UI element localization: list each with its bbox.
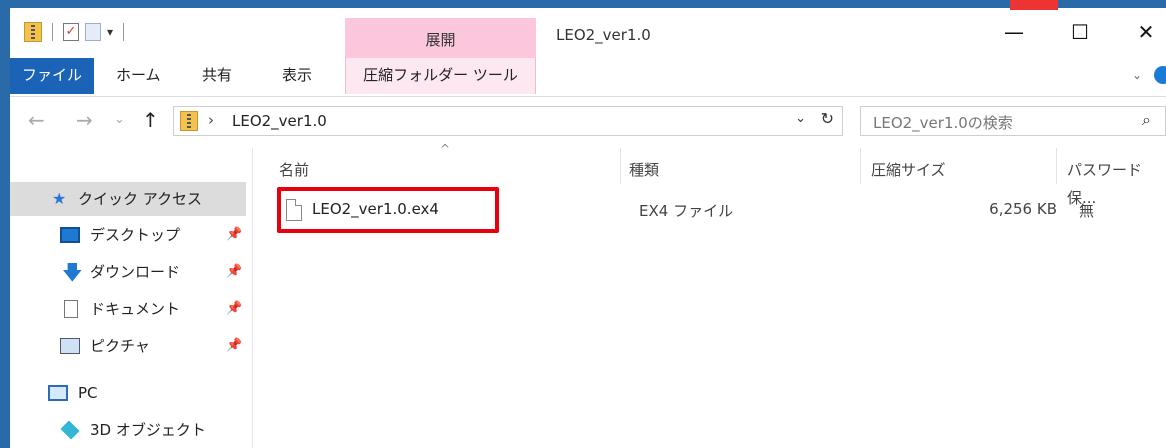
pin-icon[interactable]: 📌 — [226, 255, 242, 289]
nav-item-label: ドキュメント — [90, 300, 181, 318]
highlight-box — [277, 187, 499, 233]
pin-icon[interactable]: 📌 — [226, 218, 242, 252]
customize-toolbar-icon[interactable]: ▾ — [107, 25, 113, 39]
minimize-button[interactable]: — — [994, 20, 1034, 44]
pc-icon — [48, 385, 68, 401]
new-folder-icon[interactable] — [85, 23, 101, 41]
address-dropdown-icon[interactable]: ⌄ — [795, 111, 806, 126]
tab-compressed-folder-tools[interactable]: 圧縮フォルダー ツール — [345, 58, 536, 94]
pictures-icon — [60, 338, 80, 354]
nav-item-pictures[interactable]: ピクチャ 📌 — [10, 329, 246, 363]
nav-item-label: クイック アクセス — [78, 190, 203, 208]
tab-share[interactable]: 共有 — [202, 58, 232, 94]
quick-access-toolbar: ✓ ▾ — [24, 22, 128, 42]
window-title: LEO2_ver1.0 — [556, 26, 651, 44]
3d-objects-icon — [60, 420, 80, 440]
nav-item-label: デスクトップ — [90, 226, 181, 244]
column-divider[interactable] — [620, 148, 621, 184]
file-type: EX4 ファイル — [639, 202, 734, 220]
zip-folder-icon — [24, 22, 42, 42]
refresh-icon[interactable]: ↻ — [821, 109, 834, 128]
maximize-button[interactable]: ☐ — [1060, 20, 1100, 44]
desktop-background — [0, 0, 10, 448]
file-list: ^ 名前 種類 圧縮サイズ パスワード保... LEO2_ver1.0.ex4 … — [253, 142, 1166, 448]
zip-folder-icon — [180, 111, 198, 131]
desktop-icon — [60, 227, 80, 243]
column-header-name[interactable]: 名前 — [279, 156, 309, 184]
tab-home[interactable]: ホーム — [116, 58, 161, 94]
explorer-window: ✓ ▾ 展開 LEO2_ver1.0 — ☐ ✕ ファイル ホーム 共有 表示 … — [10, 0, 1166, 448]
search-placeholder: LEO2_ver1.0の検索 — [873, 114, 1013, 132]
address-bar[interactable]: › LEO2_ver1.0 ⌄ ↻ — [173, 106, 843, 136]
nav-item-label: ピクチャ — [90, 337, 150, 355]
title-bar: ✓ ▾ 展開 LEO2_ver1.0 — ☐ ✕ — [10, 0, 1166, 58]
table-row[interactable]: LEO2_ver1.0.ex4 EX4 ファイル 6,256 KB 無 — [253, 187, 1166, 233]
recent-locations-button[interactable]: ⌄ — [114, 112, 125, 127]
nav-item-label: ダウンロード — [90, 263, 181, 281]
star-icon: ★ — [52, 189, 67, 208]
tab-view[interactable]: 表示 — [282, 58, 312, 94]
column-divider[interactable] — [860, 148, 861, 184]
download-icon: 🡇 — [62, 260, 83, 284]
nav-item-pc[interactable]: PC — [10, 376, 246, 410]
nav-item-desktop[interactable]: デスクトップ 📌 — [10, 218, 246, 252]
nav-item-label: PC — [78, 384, 98, 402]
ribbon-expand-icon[interactable]: ⌄ — [1132, 68, 1142, 82]
contextual-tab-group-label: 展開 — [345, 18, 536, 58]
nav-item-documents[interactable]: ドキュメント 📌 — [10, 292, 246, 326]
ribbon-tabs: ファイル ホーム 共有 表示 圧縮フォルダー ツール ⌄ — [10, 58, 1166, 97]
column-header-type[interactable]: 種類 — [629, 156, 659, 184]
document-icon — [64, 300, 78, 318]
forward-button[interactable]: → — [76, 108, 93, 132]
divider — [52, 23, 53, 41]
red-overlay-mark — [1010, 0, 1058, 10]
pin-icon[interactable]: 📌 — [226, 329, 242, 363]
close-button[interactable]: ✕ — [1126, 20, 1166, 44]
up-button[interactable]: ↑ — [142, 108, 159, 132]
breadcrumb-path[interactable]: LEO2_ver1.0 — [232, 112, 327, 130]
breadcrumb-separator-icon[interactable]: › — [208, 111, 214, 129]
sort-ascending-icon: ^ — [440, 142, 451, 156]
properties-icon[interactable]: ✓ — [63, 23, 79, 41]
pin-icon[interactable]: 📌 — [226, 292, 242, 326]
navigation-pane: ★ クイック アクセス デスクトップ 📌 🡇 ダウンロード 📌 ドキュメント 📌… — [10, 148, 253, 448]
nav-item-downloads[interactable]: 🡇 ダウンロード 📌 — [10, 255, 246, 289]
nav-item-label: 3D オブジェクト — [90, 421, 206, 439]
address-row: ← → ⌄ ↑ › LEO2_ver1.0 ⌄ ↻ LEO2_ver1.0の検索… — [10, 100, 1166, 146]
back-button[interactable]: ← — [28, 108, 45, 132]
column-divider[interactable] — [1056, 148, 1057, 184]
divider — [123, 23, 125, 41]
nav-item-quick-access[interactable]: ★ クイック アクセス — [10, 182, 246, 216]
file-password: 無 — [1079, 202, 1095, 220]
search-input[interactable]: LEO2_ver1.0の検索 ⌕ — [860, 106, 1166, 136]
column-header-password[interactable]: パスワード保... — [1067, 156, 1166, 207]
column-header-compressed-size[interactable]: 圧縮サイズ — [871, 156, 946, 184]
tab-file[interactable]: ファイル — [10, 58, 94, 94]
help-icon[interactable] — [1154, 66, 1166, 84]
file-compressed-size: 6,256 KB — [989, 200, 1057, 218]
search-icon[interactable]: ⌕ — [1142, 110, 1151, 130]
nav-item-3d-objects[interactable]: 3D オブジェクト — [10, 413, 246, 447]
